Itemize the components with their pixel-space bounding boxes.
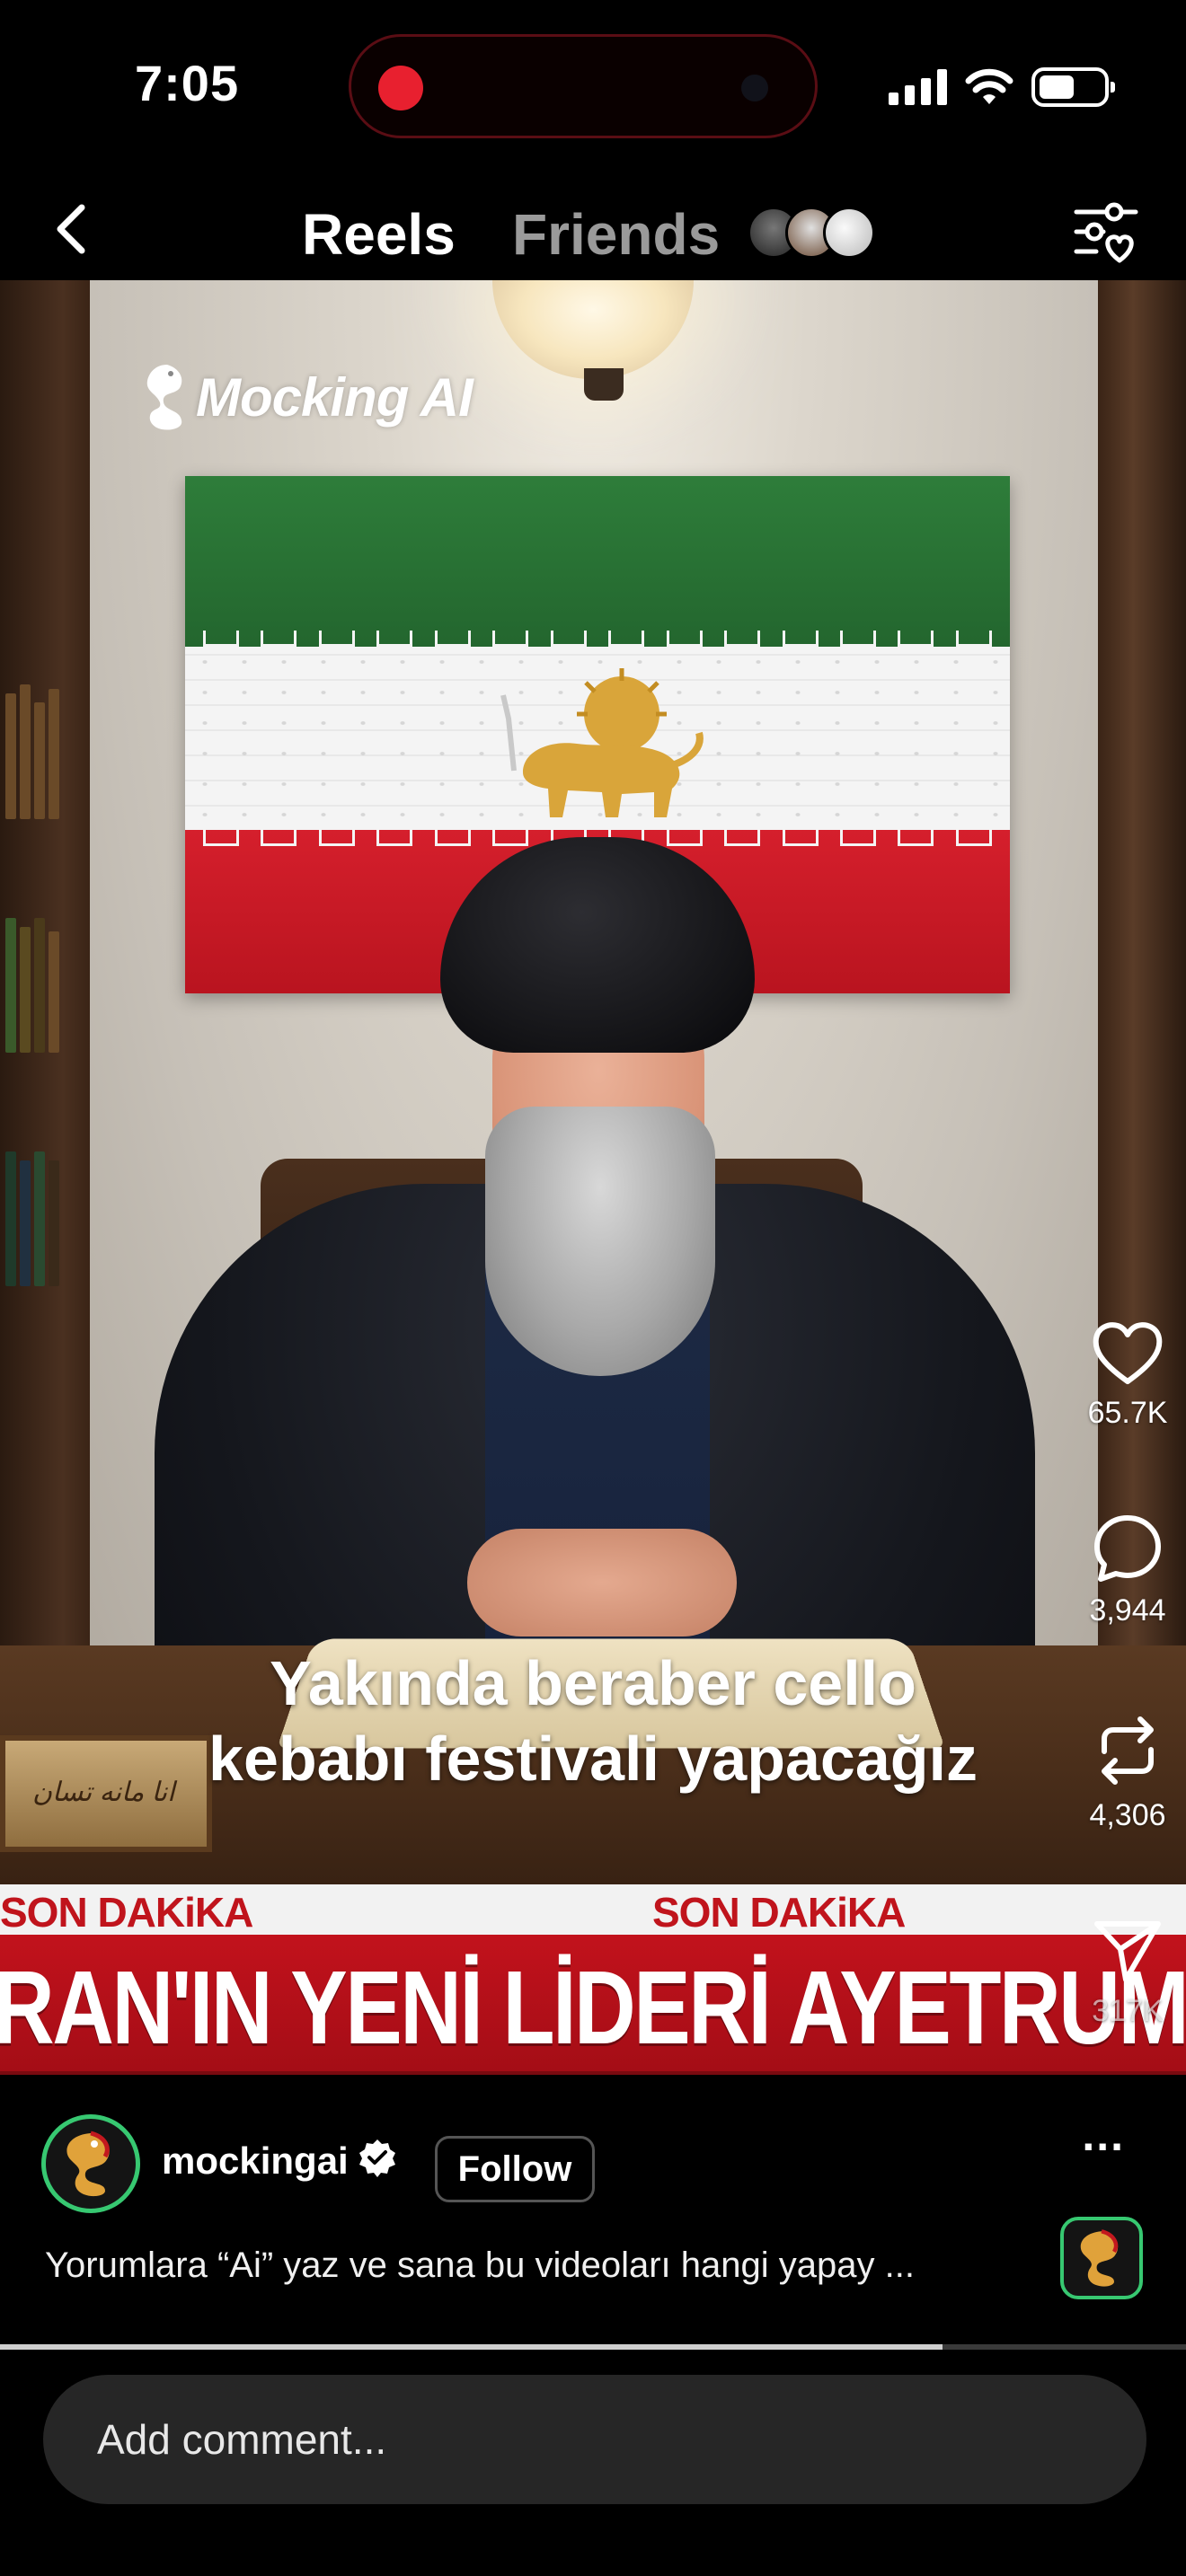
heart-icon	[1093, 1322, 1163, 1384]
lion-and-sun-emblem-icon	[500, 668, 704, 817]
share-count: 317K	[1092, 1994, 1164, 2028]
friend-avatars[interactable]	[748, 207, 891, 264]
bookshelf-right	[1098, 280, 1186, 1681]
reels-header: Reels Friends	[0, 171, 1186, 287]
dragon-logo-icon	[146, 365, 182, 430]
status-time: 7:05	[135, 55, 240, 111]
battery-icon	[1031, 67, 1115, 107]
dragon-logo-icon	[66, 2130, 110, 2197]
cellular-signal-icon	[889, 69, 947, 105]
status-bar: 7:05	[0, 0, 1186, 171]
reel-video[interactable]: Mocking AI انا مانه تسان Yakında beraber…	[0, 280, 1186, 2075]
reels-filter-button[interactable]	[1073, 198, 1139, 264]
follow-button[interactable]: Follow	[435, 2136, 595, 2202]
repost-icon	[1102, 1716, 1154, 1785]
comment-count: 3,944	[1089, 1593, 1166, 1628]
status-icons	[889, 65, 1115, 110]
repost-button[interactable]: 4,306	[1069, 1712, 1186, 1833]
dragon-logo-icon	[1080, 2229, 1119, 2287]
post-info: mockingai Follow ... Yorumlara “Ai” yaz …	[0, 2075, 1186, 2344]
like-button[interactable]: 65.7K	[1069, 1320, 1186, 1431]
camera-icon	[741, 75, 768, 101]
more-options-button[interactable]: ...	[1082, 2109, 1125, 2161]
bookshelf-left	[0, 280, 90, 1681]
author-avatar[interactable]	[41, 2114, 140, 2213]
video-caption: Yakında beraber cello kebabı festivali y…	[208, 1648, 978, 1794]
verified-badge-icon	[359, 2139, 395, 2177]
recording-indicator-icon	[378, 66, 423, 110]
breaking-news-label-bar: SON DAKiKA SON DAKiKA	[0, 1884, 1186, 1936]
comment-bar	[0, 2350, 1186, 2576]
hands	[467, 1529, 737, 1636]
beard	[485, 1107, 715, 1376]
watermark-text: Mocking AI	[196, 366, 474, 428]
repost-count: 4,306	[1089, 1798, 1166, 1832]
breaking-news-banner: RAN'IN YENİ LİDERİ AYETRUMP OLDU	[0, 1935, 1186, 2075]
comment-input[interactable]	[43, 2375, 1146, 2504]
tab-reels[interactable]: Reels	[302, 201, 456, 268]
avatar	[823, 207, 875, 259]
post-description[interactable]: Yorumlara “Ai” yaz ve sana bu videoları …	[45, 2245, 979, 2286]
back-button[interactable]	[40, 198, 102, 260]
breaking-news-label: SON DAKiKA	[0, 1889, 253, 1936]
news-headline: RAN'IN YENİ LİDERİ AYETRUMP OLDU	[0, 1949, 1186, 2066]
share-button[interactable]: 317K	[1069, 1917, 1186, 2029]
breaking-news-label: SON DAKiKA	[652, 1889, 906, 1936]
watermark: Mocking AI	[140, 361, 474, 433]
comment-bubble-icon	[1094, 1515, 1161, 1582]
author-username[interactable]: mockingai	[162, 2139, 349, 2183]
dynamic-island	[349, 34, 818, 138]
filter-heart-icon	[1074, 202, 1138, 263]
comment-button[interactable]: 3,944	[1069, 1513, 1186, 1628]
chevron-left-icon	[57, 204, 85, 254]
like-count: 65.7K	[1087, 1396, 1168, 1430]
audio-thumbnail[interactable]	[1060, 2217, 1143, 2299]
wifi-icon	[965, 68, 1013, 104]
send-icon	[1094, 1921, 1161, 1982]
tab-friends[interactable]: Friends	[512, 201, 720, 268]
